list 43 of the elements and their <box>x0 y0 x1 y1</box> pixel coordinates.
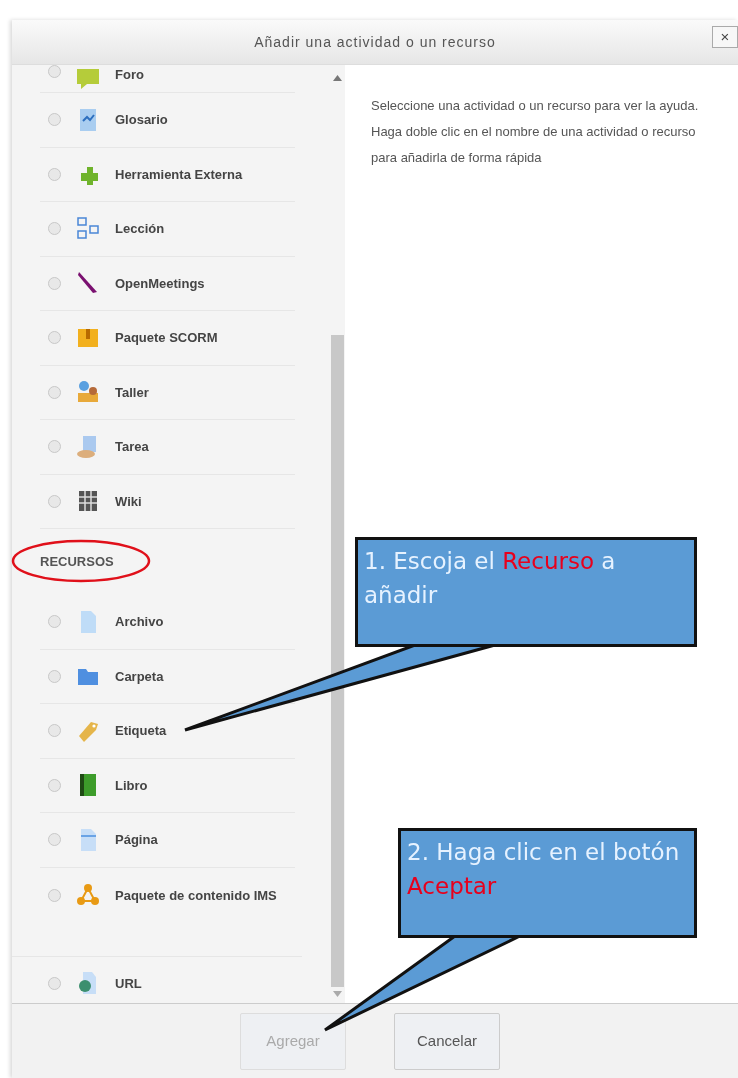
option-label[interactable]: Tarea <box>115 437 149 457</box>
option-label[interactable]: OpenMeetings <box>115 273 205 293</box>
scrollbar-thumb[interactable] <box>331 335 344 987</box>
option-label[interactable]: Etiqueta <box>115 721 167 741</box>
radio-button[interactable] <box>48 669 61 683</box>
radio-button[interactable] <box>48 440 61 454</box>
radio-button[interactable] <box>48 276 61 290</box>
radio-button[interactable] <box>48 976 61 990</box>
radio-button[interactable] <box>48 888 61 902</box>
help-text: Seleccione una actividad o un recurso para ver la ayuda. Haga doble clic en el nombre de una actividad o recurso para añadirla de forma rápida <box>371 97 700 167</box>
radio-button[interactable] <box>48 615 61 629</box>
option-label[interactable]: Archivo <box>115 612 164 632</box>
radio-button[interactable] <box>48 494 61 508</box>
option-label[interactable]: Paquete de contenido IMS <box>115 887 277 903</box>
radio-button[interactable] <box>48 65 61 78</box>
option-label[interactable]: Paquete SCORM <box>115 328 218 348</box>
radio-button[interactable] <box>48 222 61 236</box>
option-label[interactable]: Lección <box>115 219 165 239</box>
radio-button[interactable] <box>48 113 61 127</box>
radio-button[interactable] <box>48 724 61 738</box>
close-button[interactable]: × <box>712 26 738 48</box>
scroll-down-icon[interactable] <box>333 991 342 997</box>
radio-button[interactable] <box>48 833 61 847</box>
option-label[interactable]: Herramienta Externa <box>115 164 243 184</box>
radio-button[interactable] <box>48 331 61 345</box>
cancel-button[interactable]: Cancelar <box>394 1012 500 1070</box>
option-label[interactable]: Taller <box>115 382 149 402</box>
option-label[interactable]: Wiki <box>115 491 142 511</box>
option-label[interactable]: Página <box>115 830 158 850</box>
option-label[interactable]: Libro <box>115 775 148 795</box>
radio-button[interactable] <box>48 778 61 792</box>
callout-text: 2. Haga clic en el botón Aceptar <box>407 838 681 901</box>
option-label[interactable]: Foro <box>115 65 144 85</box>
option-label[interactable]: Glosario <box>115 110 168 130</box>
radio-button[interactable] <box>48 167 61 181</box>
scroll-up-icon[interactable] <box>333 75 342 81</box>
option-label[interactable]: URL <box>115 973 142 993</box>
section-heading: RECURSOS <box>40 553 114 572</box>
callout-text: 1. Escoja el Recurso a añadir <box>364 547 617 610</box>
dialog-title: Añadir una actividad o un recurso <box>254 32 496 52</box>
radio-button[interactable] <box>48 385 61 399</box>
option-label[interactable]: Carpeta <box>115 666 164 686</box>
diagram-icon <box>75 215 101 242</box>
